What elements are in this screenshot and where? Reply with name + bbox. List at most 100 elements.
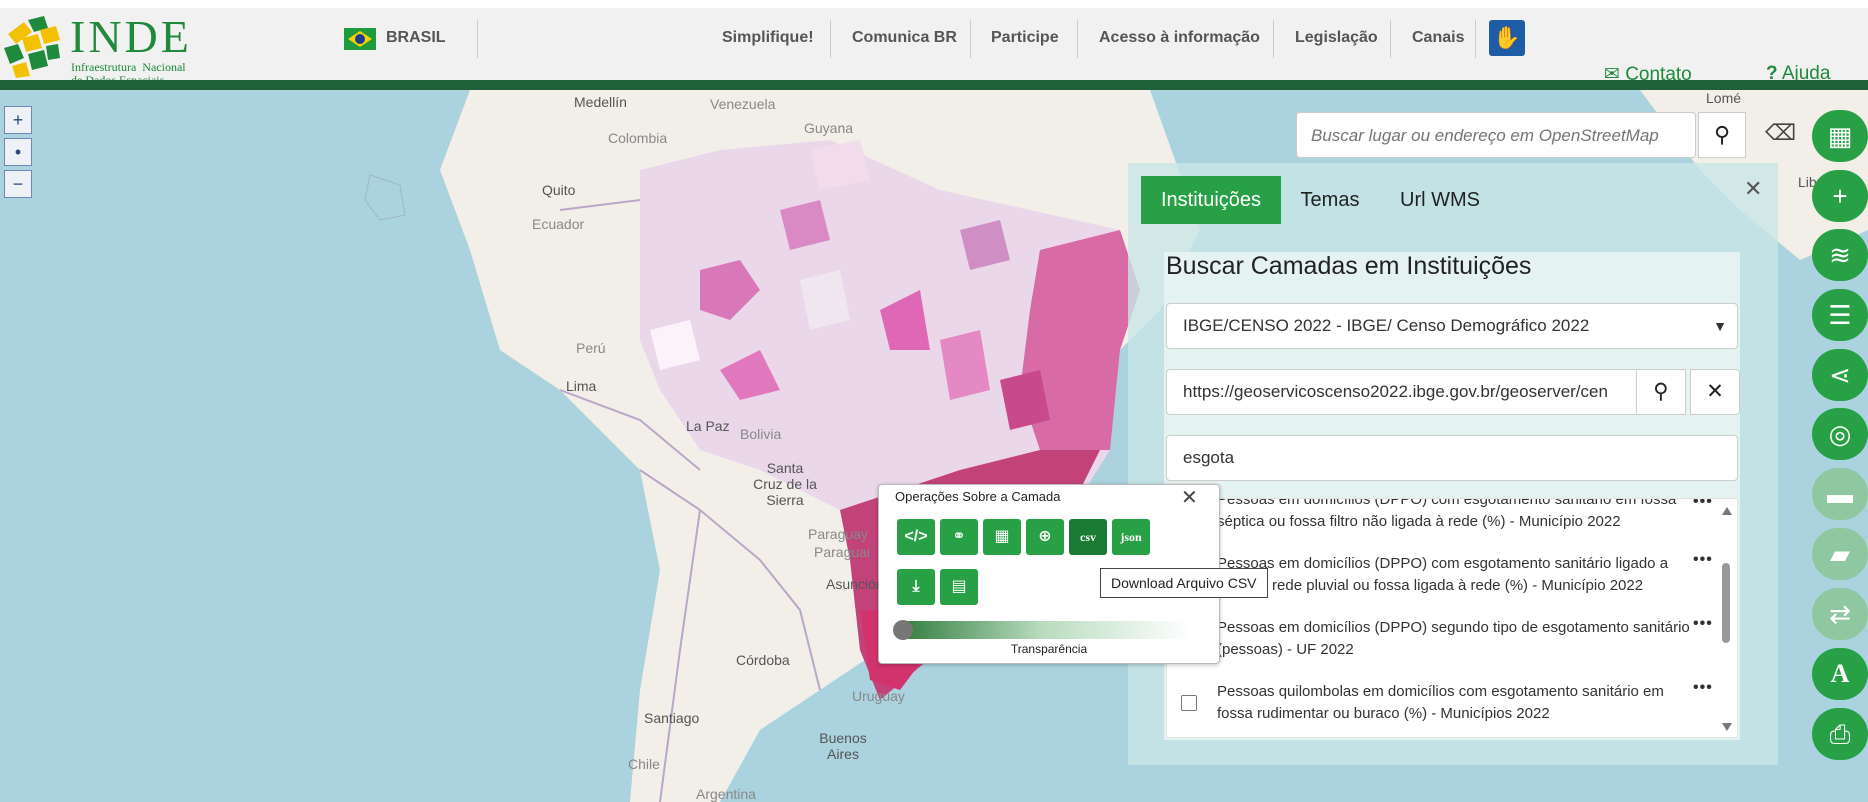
close-icon[interactable]: ✕: [1744, 176, 1762, 202]
transparency-slider[interactable]: [893, 620, 1191, 640]
osm-search-input[interactable]: [1309, 121, 1673, 151]
map-label: Paraguai: [814, 544, 871, 560]
ruler-icon[interactable]: ▬: [1812, 468, 1868, 520]
slider-handle[interactable]: [893, 620, 913, 640]
layer-filter-input[interactable]: esgota: [1166, 435, 1738, 481]
tab-instituicoes[interactable]: Instituições: [1141, 176, 1281, 224]
map-label: La Paz: [686, 418, 730, 434]
nav-canais[interactable]: Canais: [1412, 29, 1464, 47]
list-item[interactable]: Pessoas quilombolas em domicílios com es…: [1217, 681, 1697, 725]
layers-icon[interactable]: ≋: [1812, 229, 1868, 281]
country-link[interactable]: BRASIL: [386, 29, 446, 47]
plus-icon[interactable]: +: [1812, 170, 1868, 222]
more-options-icon[interactable]: •••: [1693, 499, 1713, 511]
more-options-icon[interactable]: •••: [1693, 551, 1713, 569]
download-csv-button[interactable]: csv: [1069, 519, 1107, 555]
map-label: Buenos Aires: [819, 730, 867, 762]
divider: [830, 20, 831, 58]
more-options-icon[interactable]: •••: [1693, 615, 1713, 633]
brazil-flag-icon[interactable]: [344, 28, 376, 50]
map-label: Bolivia: [740, 426, 782, 442]
map-label: Guyana: [804, 120, 854, 136]
map-label: Asunción: [826, 576, 884, 592]
map-label: Perú: [576, 340, 606, 356]
more-options-icon[interactable]: •••: [1693, 679, 1713, 697]
map-label: Chile: [628, 756, 660, 772]
nav-acesso-informacao[interactable]: Acesso à informação: [1099, 29, 1260, 47]
close-icon[interactable]: ✕: [1181, 485, 1198, 510]
metadata-file-icon[interactable]: ▤: [940, 569, 978, 605]
download-json-button[interactable]: json: [1112, 519, 1150, 555]
zoom-out-button[interactable]: −: [4, 170, 32, 198]
zoom-reset-button[interactable]: •: [4, 138, 32, 166]
popup-title: Operações Sobre a Camada: [895, 489, 1061, 504]
map-icon[interactable]: ▦: [1812, 110, 1868, 162]
share-icon[interactable]: ⋖: [1812, 349, 1868, 401]
map-label: Uruguay: [852, 688, 905, 704]
layer-checkbox[interactable]: [1181, 695, 1197, 711]
search-icon: ⚲: [1713, 122, 1731, 147]
scroll-up-icon[interactable]: [1722, 507, 1732, 515]
transparency-label: Transparência: [1010, 642, 1088, 656]
link-icon[interactable]: ⚭: [940, 519, 978, 555]
logo-title[interactable]: INDE: [70, 14, 192, 60]
download-icon[interactable]: ⤓: [897, 569, 935, 605]
osm-search-button[interactable]: ⚲: [1698, 112, 1746, 158]
tab-url-wms[interactable]: Url WMS: [1390, 176, 1490, 224]
wms-url-field[interactable]: https://geoservicoscenso2022.ibge.gov.br…: [1166, 369, 1638, 415]
print-icon[interactable]: ⎙: [1812, 708, 1868, 760]
map-label: Ecuador: [532, 216, 585, 232]
swap-icon[interactable]: ⇄: [1812, 588, 1868, 640]
nav-participe[interactable]: Participe: [991, 29, 1059, 47]
map-label: Quito: [542, 182, 576, 198]
table-icon[interactable]: ▦: [983, 519, 1021, 555]
scrollbar[interactable]: [1719, 503, 1733, 735]
map-label: Paraguay: [808, 526, 868, 542]
close-icon: ✕: [1706, 380, 1724, 403]
list-item[interactable]: Pessoas em domicílios (DPPO) com esgotam…: [1217, 499, 1697, 533]
code-icon[interactable]: </>: [897, 519, 935, 555]
scroll-down-icon[interactable]: [1722, 723, 1732, 731]
ruler-area-icon[interactable]: ▰: [1812, 528, 1868, 580]
inde-logo-icon[interactable]: [2, 14, 62, 80]
globe-icon[interactable]: ◎: [1812, 408, 1868, 460]
url-search-button[interactable]: ⚲: [1636, 369, 1686, 415]
scrollbar-thumb[interactable]: [1722, 563, 1730, 643]
divider: [1077, 20, 1078, 58]
list-item[interactable]: Pessoas em domicílios (DPPO) segundo tip…: [1217, 617, 1697, 661]
map-label: Lima: [566, 378, 597, 394]
zoom-in-button[interactable]: +: [4, 106, 32, 134]
header-bar: [0, 80, 1868, 90]
map-label: Santa Cruz de la Sierra: [753, 460, 817, 508]
map-label: Córdoba: [736, 652, 790, 668]
eraser-icon[interactable]: ⌫: [1765, 120, 1796, 146]
nav-simplifique[interactable]: Simplifique!: [722, 29, 814, 47]
nav-legislacao[interactable]: Legislação: [1295, 29, 1378, 47]
search-icon: ⚲: [1653, 380, 1669, 403]
map-label: Santiago: [644, 710, 700, 726]
layer-list[interactable]: Pessoas em domicílios (DPPO) com esgotam…: [1166, 498, 1738, 738]
map-label: Colombia: [608, 130, 668, 146]
site-header: INDE Infraestrutura Nacional de Dados Es…: [0, 0, 1868, 87]
map-label: Argentina: [696, 786, 756, 802]
map-label: Lomé: [1706, 90, 1742, 106]
chevron-down-icon: ▼: [1713, 318, 1727, 334]
divider: [1475, 20, 1476, 58]
tab-temas[interactable]: Temas: [1290, 176, 1370, 224]
osm-search-box: [1296, 112, 1696, 158]
map-label: Medellín: [574, 94, 627, 110]
institution-select[interactable]: IBGE/CENSO 2022 - IBGE/ Censo Demográfic…: [1166, 303, 1738, 349]
nav-comunica-br[interactable]: Comunica BR: [852, 29, 957, 47]
divider: [1273, 20, 1274, 58]
font-icon[interactable]: A: [1812, 648, 1868, 700]
divider: [477, 20, 478, 58]
url-clear-button[interactable]: ✕: [1690, 369, 1740, 415]
map-label: Venezuela: [710, 96, 776, 112]
tooltip: Download Arquivo CSV: [1100, 568, 1268, 598]
sign-language-icon[interactable]: ✋: [1489, 20, 1525, 56]
zoom-to-layer-icon[interactable]: ⊕: [1026, 519, 1064, 555]
panel-title: Buscar Camadas em Instituições: [1166, 252, 1532, 280]
institution-select-value: IBGE/CENSO 2022 - IBGE/ Censo Demográfic…: [1183, 316, 1590, 335]
list-item[interactable]: Pessoas em domicílios (DPPO) com esgotam…: [1217, 553, 1697, 597]
list-icon[interactable]: ☰: [1812, 289, 1868, 341]
